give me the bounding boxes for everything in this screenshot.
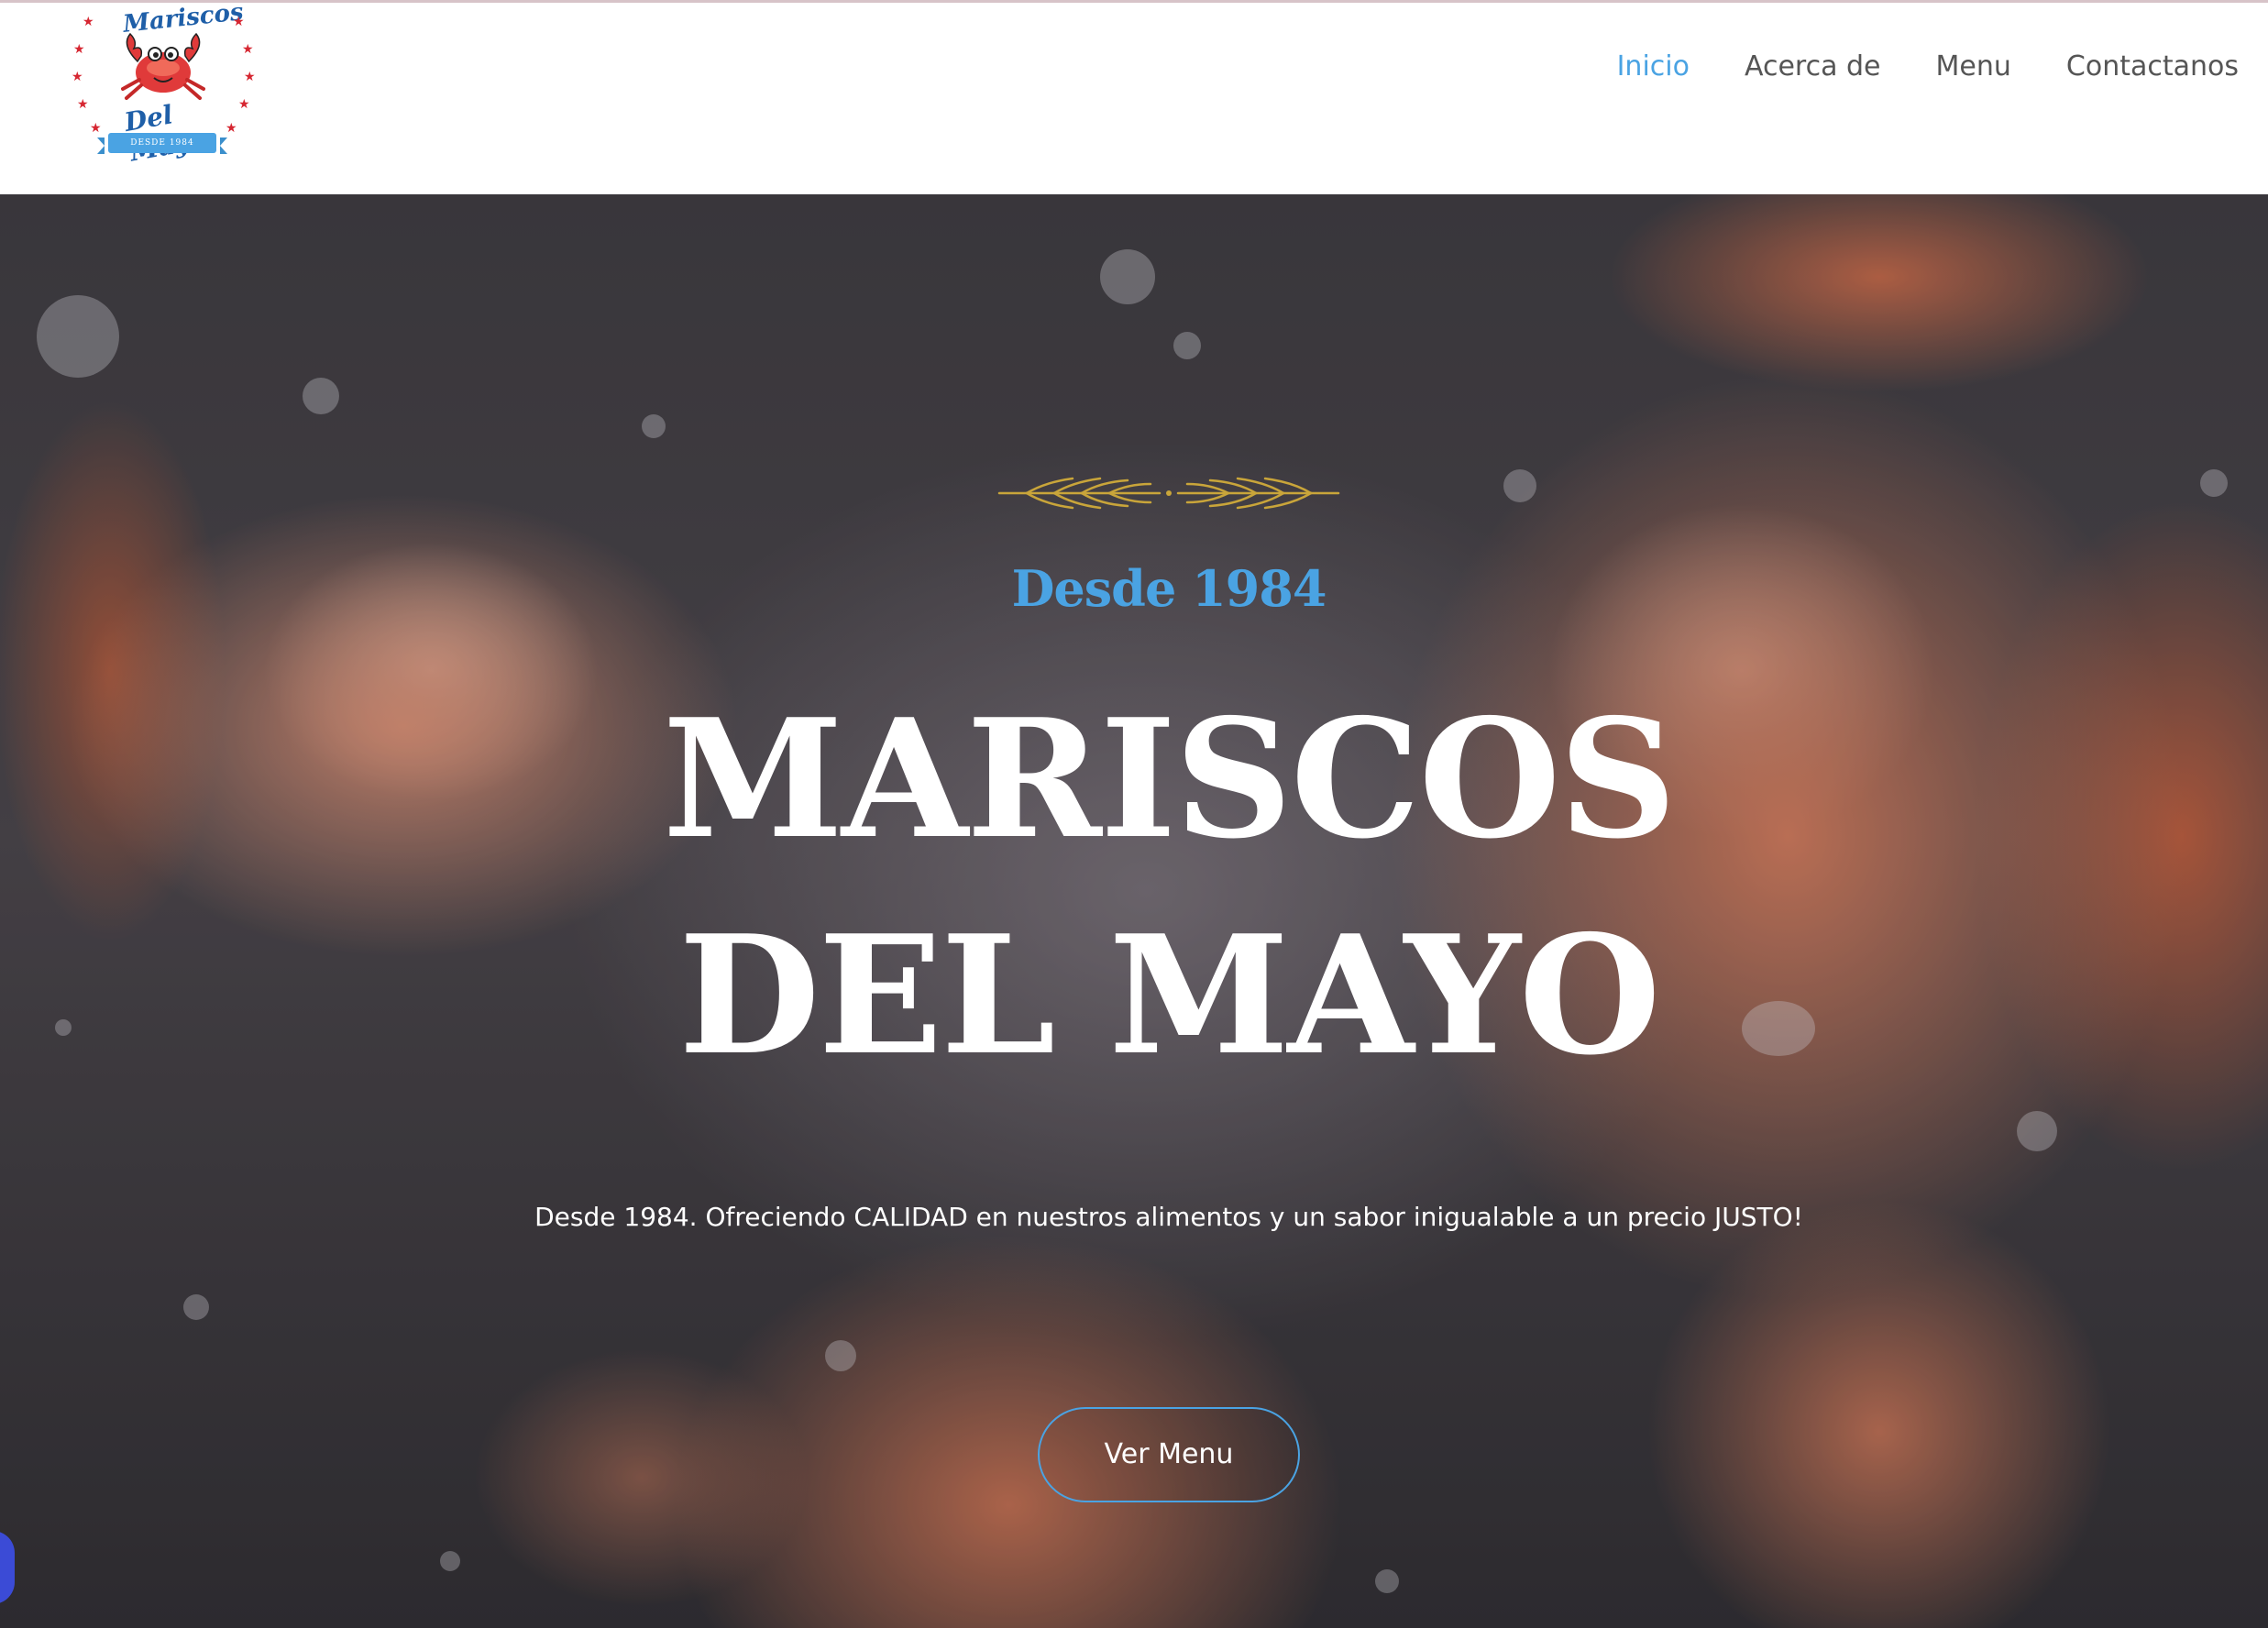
logo-ribbon: DESDE 1984 bbox=[97, 133, 227, 154]
crab-icon bbox=[121, 32, 205, 100]
page: Mariscos Del Mayo ★ ★ ★ ★ ★ ★ ★ ★ ★ ★ DE… bbox=[0, 0, 2268, 1628]
hero-title-line1: MARISCOS bbox=[662, 683, 1677, 874]
ver-menu-button[interactable]: Ver Menu bbox=[1038, 1407, 1300, 1502]
hero-title: MARISCOS DEL MAYO bbox=[0, 671, 2268, 1104]
nav-item-acerca-de[interactable]: Acerca de bbox=[1745, 49, 1881, 85]
nav-item-menu[interactable]: Menu bbox=[1936, 49, 2011, 85]
site-header: Mariscos Del Mayo ★ ★ ★ ★ ★ ★ ★ ★ ★ ★ DE… bbox=[0, 0, 2268, 194]
hero-section: Desde 1984 MARISCOS DEL MAYO Desde 1984.… bbox=[0, 194, 2268, 1628]
site-logo[interactable]: Mariscos Del Mayo ★ ★ ★ ★ ★ ★ ★ ★ ★ ★ DE… bbox=[70, 0, 256, 171]
nav-item-inicio[interactable]: Inicio bbox=[1617, 49, 1690, 85]
main-nav: Inicio Acerca de Menu Contactanos bbox=[1562, 49, 2239, 85]
hero-title-line2: DEL MAYO bbox=[678, 899, 1661, 1091]
wheat-divider-icon bbox=[997, 477, 1340, 510]
nav-item-contactanos[interactable]: Contactanos bbox=[2066, 49, 2239, 85]
hero-subtitle: Desde 1984 bbox=[1011, 559, 1327, 618]
hero-description: Desde 1984. Ofreciendo CALIDAD en nuestr… bbox=[534, 1202, 1803, 1232]
